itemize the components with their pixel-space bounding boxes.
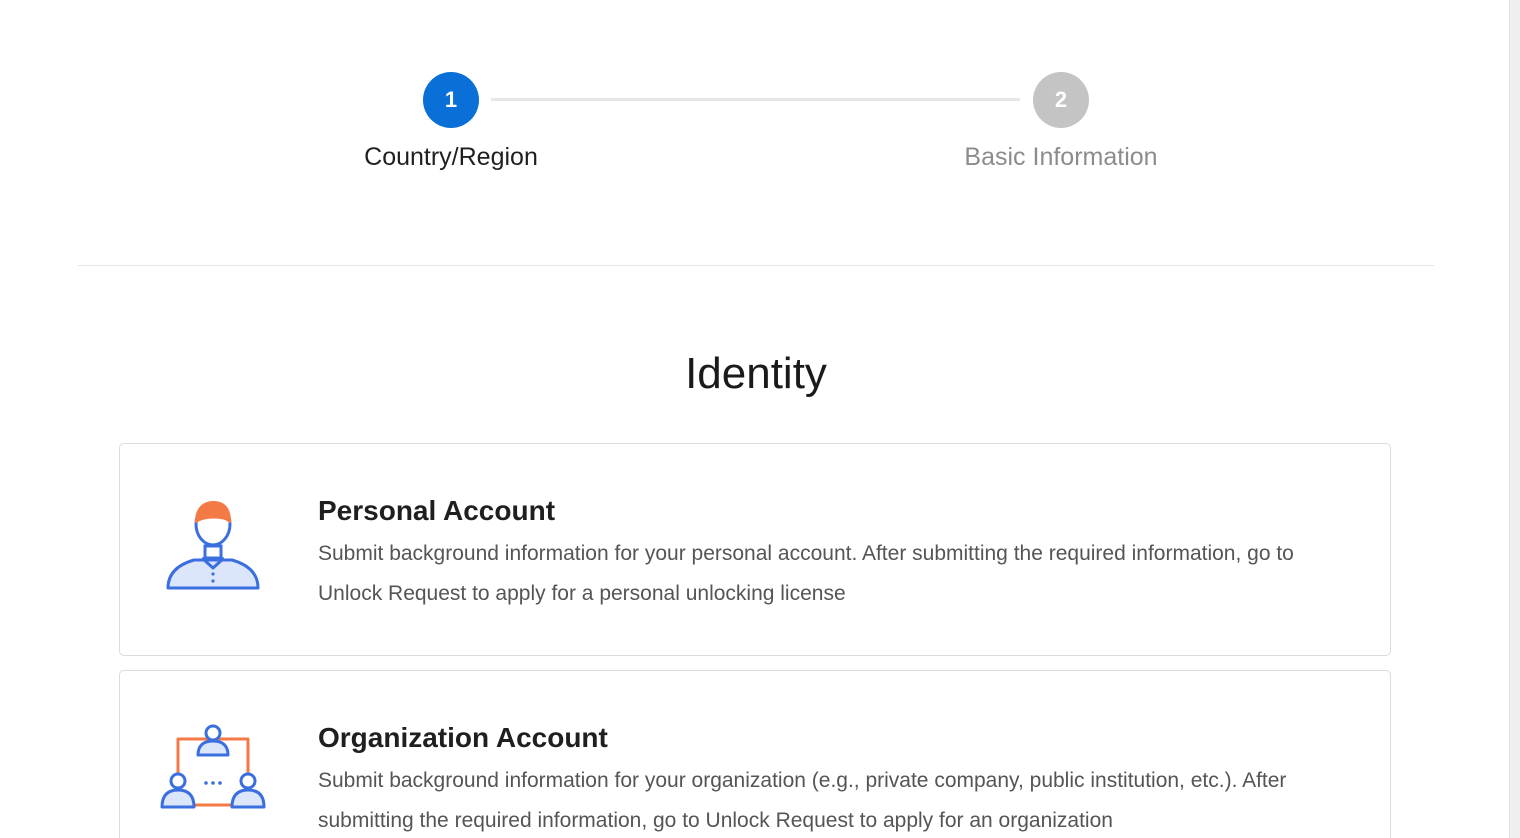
step-label: Basic Information	[964, 143, 1158, 171]
card-body: Personal Account Submit background infor…	[318, 494, 1350, 614]
section-title: Identity	[685, 349, 827, 398]
step-number-badge: 1	[423, 72, 479, 128]
step-number-badge: 2	[1033, 72, 1089, 128]
stepper: 1 Country/Region 2 Basic Information	[0, 0, 1510, 200]
person-icon	[158, 494, 268, 594]
section-divider	[78, 265, 1434, 266]
organization-icon	[158, 719, 268, 819]
page: 1 Country/Region 2 Basic Information Ide…	[0, 0, 1520, 838]
step-basic-information[interactable]: 2 Basic Information	[931, 72, 1191, 171]
scrollbar-track[interactable]	[1509, 0, 1520, 838]
organization-account-card[interactable]: Organization Account Submit background i…	[119, 670, 1391, 838]
card-description: Submit background information for your o…	[318, 769, 1287, 832]
card-body: Organization Account Submit background i…	[318, 721, 1350, 838]
card-title: Personal Account	[318, 495, 556, 526]
step-country-region[interactable]: 1 Country/Region	[321, 72, 581, 171]
step-label: Country/Region	[364, 143, 538, 171]
card-title: Organization Account	[318, 722, 608, 753]
personal-account-card[interactable]: Personal Account Submit background infor…	[119, 443, 1391, 656]
card-description: Submit background information for your p…	[318, 542, 1294, 605]
